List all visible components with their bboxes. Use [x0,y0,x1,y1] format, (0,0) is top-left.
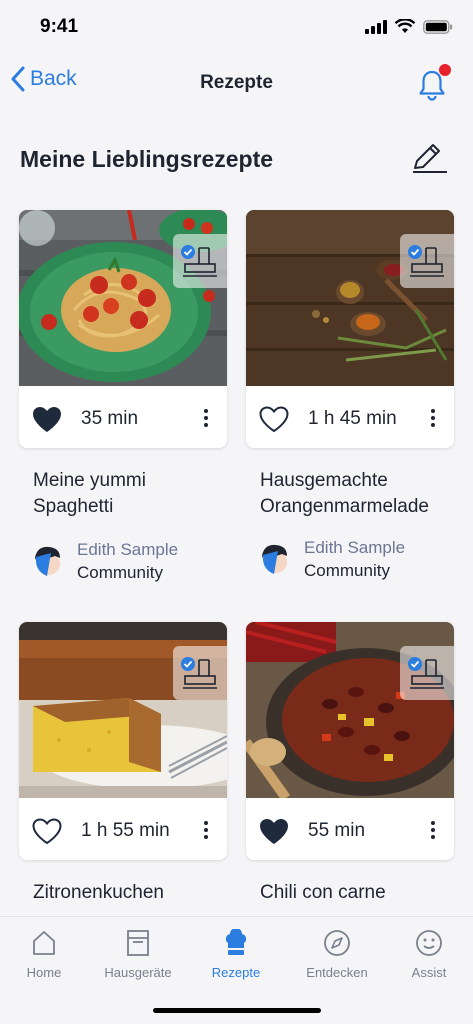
card-footer: 1 h 45 min [246,386,454,448]
more-options-icon[interactable] [430,820,436,840]
avatar-icon [262,544,287,574]
recipe-time: 1 h 45 min [308,408,397,429]
home-indicator[interactable] [153,1008,321,1013]
battery-icon [423,19,453,34]
recipe-image-chili [246,622,454,798]
recipe-title[interactable]: Chili con carne [260,880,386,906]
wifi-icon [395,19,415,33]
tab-discover[interactable]: Entdecken [290,929,384,980]
device-badge [173,234,227,288]
recipe-time: 35 min [81,408,139,429]
pencil-icon [413,144,447,173]
notification-badge [439,64,451,76]
recipe-card[interactable]: 1 h 45 min [246,210,454,448]
recipe-title[interactable]: Meine yummi Spaghetti [33,468,146,520]
tab-label: Entdecken [306,965,368,980]
tab-label: Hausgeräte [104,965,172,980]
appliance-icon [127,930,149,956]
card-footer: 1 h 55 min [19,798,227,860]
signal-icon [365,19,387,34]
heart-filled-icon[interactable] [258,817,290,845]
section-title: Meine Lieblingsrezepte [20,146,274,172]
author-source: Community [77,563,163,582]
recipe-card-chili[interactable]: 55 min Chili con carne [246,622,454,922]
oven-device-icon [181,657,217,689]
tab-label: Rezepte [211,965,261,980]
tab-label: Home [26,965,62,980]
recipe-card-marmalade[interactable]: 1 h 45 min Hausgemachte Orangenmarmelade… [246,210,454,590]
oven-device-icon [408,657,444,689]
recipe-title[interactable]: Hausgemachte Orangenmarmelade [260,468,429,520]
avatar-icon [35,546,60,576]
home-icon [33,931,55,955]
recipe-card[interactable]: 35 min [19,210,227,448]
page-title: Rezepte [200,72,273,93]
device-badge [173,646,227,700]
heart-outline-icon[interactable] [258,405,290,433]
recipe-card-lemon-cake[interactable]: 1 h 55 min Zitronenkuchen [19,622,227,922]
status-time: 9:41 [40,16,79,37]
tab-assist[interactable]: Assist [382,929,473,980]
recipe-author: Edith Sample Community [260,536,405,582]
card-footer: 35 min [19,386,227,448]
notifications-button[interactable] [417,64,451,101]
card-footer: 55 min [246,798,454,860]
tab-home[interactable]: Home [0,929,91,980]
recipe-card[interactable]: 1 h 55 min [19,622,227,860]
device-badge [400,646,454,700]
author-source: Community [304,561,390,580]
recipe-image-lemon-cake [19,622,227,798]
recipe-image-spaghetti [19,210,227,386]
more-options-icon[interactable] [430,408,436,428]
more-options-icon[interactable] [203,408,209,428]
assist-smiley-icon [416,930,442,956]
recipe-time: 1 h 55 min [81,820,170,841]
recipe-image-marmalade [246,210,454,386]
nav-bar: Back Rezepte [0,56,473,112]
recipe-card-spaghetti[interactable]: 35 min Meine yummi Spaghetti Edith Sampl… [19,210,227,590]
tab-appliances[interactable]: Hausgeräte [91,929,185,980]
compass-icon [324,930,350,956]
heart-outline-icon[interactable] [31,817,63,845]
status-bar: 9:41 [0,0,473,54]
more-options-icon[interactable] [203,820,209,840]
author-name: Edith Sample [77,540,179,559]
oven-device-icon [181,245,217,277]
edit-button[interactable] [411,142,449,176]
oven-device-icon [408,245,444,277]
section-header: Meine Lieblingsrezepte [20,142,449,178]
chef-hat-icon [225,929,247,955]
tab-recipes[interactable]: Rezepte [189,929,283,980]
recipe-time: 55 min [308,820,366,841]
device-badge [400,234,454,288]
tab-label: Assist [411,965,447,980]
recipe-title[interactable]: Zitronenkuchen [33,880,164,906]
recipe-author: Edith Sample Community [33,538,178,584]
recipe-card[interactable]: 55 min [246,622,454,860]
status-icons [365,19,453,34]
author-name: Edith Sample [304,538,406,557]
heart-filled-icon[interactable] [31,405,63,433]
